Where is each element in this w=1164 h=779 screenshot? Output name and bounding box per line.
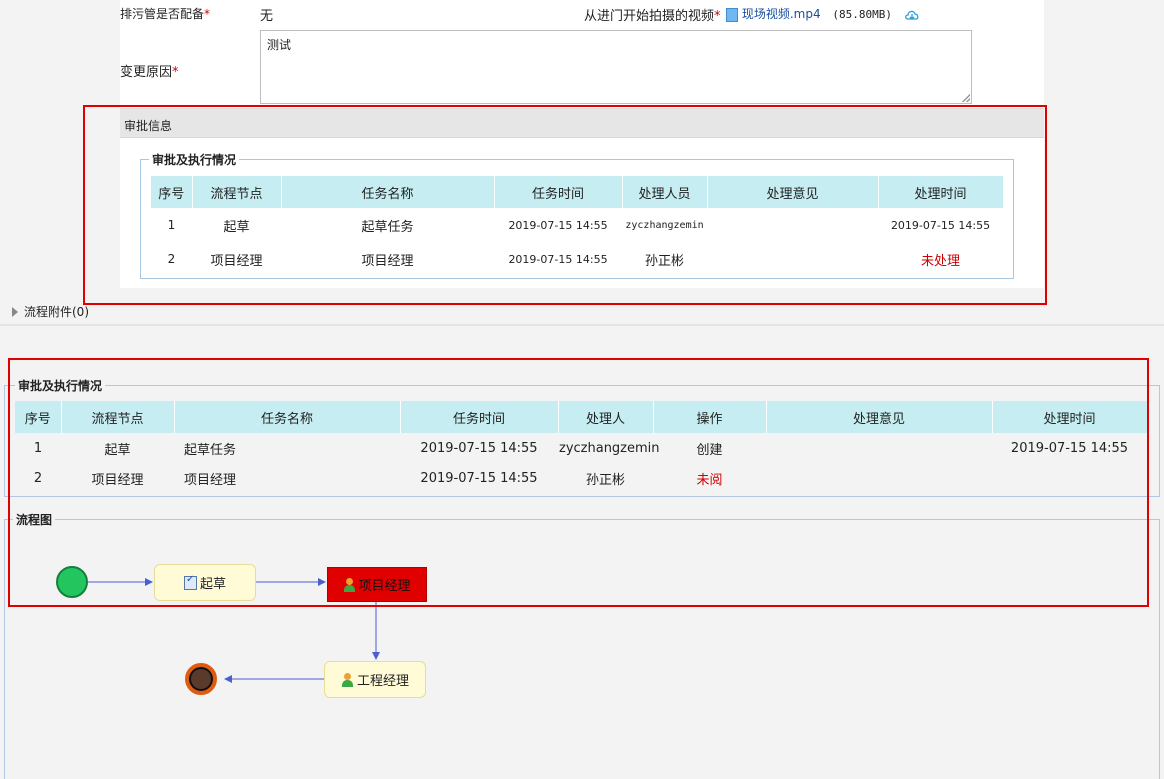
flow-node-engineering-manager[interactable]: 工程经理 xyxy=(324,661,426,698)
highlight-box-execution xyxy=(8,358,1149,607)
flow-end-node[interactable] xyxy=(185,663,217,695)
flow-node-label: 工程经理 xyxy=(356,674,409,689)
user-icon xyxy=(341,672,354,687)
